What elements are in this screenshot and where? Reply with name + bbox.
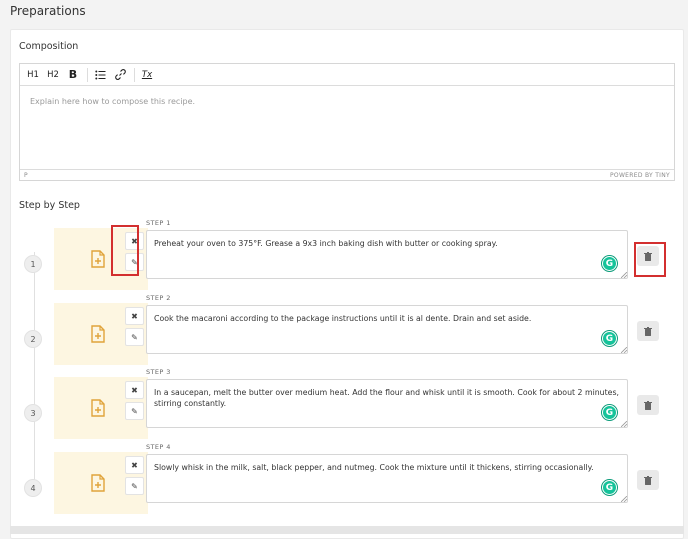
page-title: Preparations	[10, 4, 86, 18]
close-icon: ✖	[131, 311, 138, 321]
pencil-icon: ✎	[131, 481, 138, 491]
edit-media-button[interactable]: ✎	[125, 328, 144, 346]
delete-step-button[interactable]	[637, 321, 659, 341]
resize-handle-icon[interactable]	[621, 421, 627, 427]
step-text-input[interactable]: Slowly whisk in the milk, salt, black pe…	[146, 454, 628, 503]
pencil-icon: ✎	[131, 406, 138, 416]
step-row: 4 ✖ ✎ STEP 4 Slowly whisk in the milk, s…	[11, 443, 685, 522]
step-number: 4	[24, 479, 42, 497]
resize-handle-icon[interactable]	[621, 347, 627, 353]
trash-icon	[644, 326, 652, 336]
powered-by-tiny[interactable]: POWERED BY TINY	[610, 172, 670, 179]
remove-media-button[interactable]: ✖	[125, 456, 144, 474]
trash-icon	[644, 400, 652, 410]
step-media-dropzone[interactable]: ✖ ✎	[54, 377, 148, 439]
step-label: STEP 1	[146, 219, 171, 227]
edit-media-button[interactable]: ✎	[125, 477, 144, 495]
close-icon: ✖	[131, 460, 138, 470]
close-icon: ✖	[131, 385, 138, 395]
clear-formatting-button[interactable]: Tx	[138, 66, 156, 84]
editor-statusbar: P POWERED BY TINY	[20, 169, 674, 180]
heading1-button[interactable]: H1	[24, 66, 42, 84]
link-icon	[114, 69, 126, 80]
highlight-delete-button	[634, 242, 666, 277]
step-by-step-label: Step by Step	[19, 200, 80, 211]
step-label: STEP 2	[146, 294, 171, 302]
link-button[interactable]	[111, 66, 129, 84]
step-row: 3 ✖ ✎ STEP 3 In a saucepan, melt the but…	[11, 368, 685, 447]
step-text-input[interactable]: Cook the macaroni according to the packa…	[146, 305, 628, 354]
grammarly-icon[interactable]: G	[602, 405, 617, 420]
file-add-icon	[91, 474, 105, 492]
step-row: 2 ✖ ✎ STEP 2 Cook the macaroni according…	[11, 294, 685, 373]
file-add-icon	[91, 325, 105, 343]
step-text-input[interactable]: In a saucepan, melt the butter over medi…	[146, 379, 628, 428]
trash-icon	[644, 475, 652, 485]
bold-button[interactable]: B	[64, 66, 82, 84]
toolbar-divider	[87, 67, 88, 82]
step-media-dropzone[interactable]: ✖ ✎	[54, 452, 148, 514]
delete-step-button[interactable]	[637, 470, 659, 490]
grammarly-icon[interactable]: G	[602, 256, 617, 271]
editor-toolbar: H1 H2 B Tx	[20, 64, 674, 86]
delete-step-button[interactable]	[637, 395, 659, 415]
file-add-icon	[91, 250, 105, 268]
heading2-button[interactable]: H2	[44, 66, 62, 84]
step-label: STEP 3	[146, 368, 171, 376]
step-number: 1	[24, 255, 42, 273]
composition-text-area[interactable]: Explain here how to compose this recipe.	[20, 86, 674, 169]
grammarly-icon[interactable]: G	[602, 331, 617, 346]
step-number: 3	[24, 404, 42, 422]
pencil-icon: ✎	[131, 332, 138, 342]
composition-label: Composition	[19, 41, 79, 52]
file-add-icon	[91, 399, 105, 417]
bottom-scroll-area	[10, 526, 684, 534]
resize-handle-icon[interactable]	[621, 496, 627, 502]
remove-media-button[interactable]: ✖	[125, 307, 144, 325]
grammarly-icon[interactable]: G	[602, 480, 617, 495]
toolbar-divider	[134, 67, 135, 82]
edit-media-button[interactable]: ✎	[125, 402, 144, 420]
step-label: STEP 4	[146, 443, 171, 451]
remove-media-button[interactable]: ✖	[125, 381, 144, 399]
highlight-media-controls	[111, 225, 139, 276]
preparations-card: Composition H1 H2 B Tx Explain here how …	[10, 29, 684, 539]
step-media-dropzone[interactable]: ✖ ✎	[54, 303, 148, 365]
bullet-list-button[interactable]	[91, 66, 109, 84]
step-text-input[interactable]: Preheat your oven to 375°F. Grease a 9x3…	[146, 230, 628, 279]
step-number: 2	[24, 330, 42, 348]
element-path: P	[24, 171, 28, 179]
composition-editor: H1 H2 B Tx Explain here how to compose t…	[19, 63, 675, 181]
resize-handle-icon[interactable]	[621, 272, 627, 278]
bullet-list-icon	[94, 70, 105, 79]
